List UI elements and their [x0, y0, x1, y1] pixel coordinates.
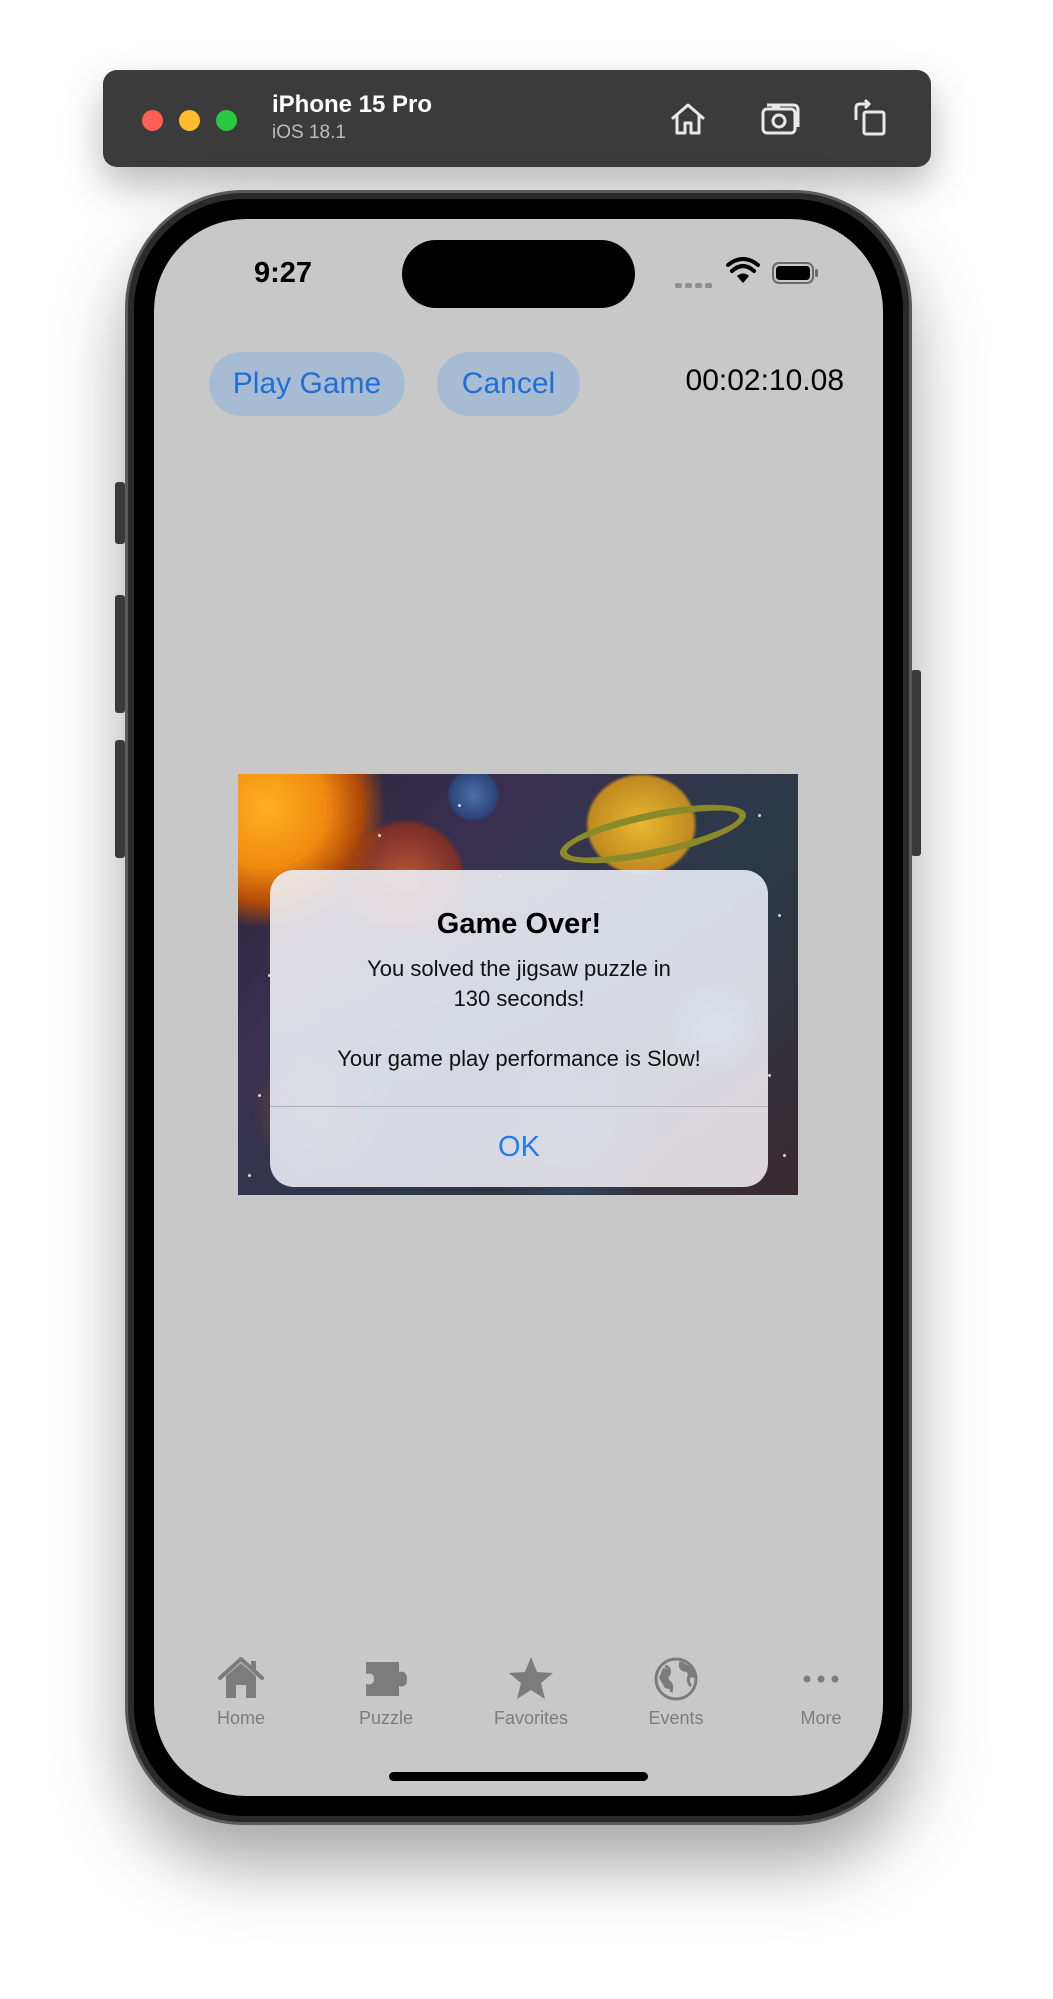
tab-label: Events: [648, 1708, 704, 1728]
globe-icon: [654, 1657, 698, 1701]
tab-puzzle[interactable]: Puzzle: [316, 1654, 456, 1729]
cancel-button[interactable]: Cancel: [437, 352, 580, 416]
home-icon[interactable]: [665, 96, 711, 142]
play-game-button[interactable]: Play Game: [209, 352, 405, 416]
signal-icon: [675, 275, 715, 293]
puzzle-icon: [366, 1662, 407, 1696]
planet-ring: [555, 792, 751, 876]
tab-label: Home: [216, 1708, 265, 1728]
minimize-window-button[interactable]: [179, 110, 200, 131]
tab-label: More: [800, 1708, 842, 1728]
action-button: [115, 482, 125, 544]
zoom-window-button[interactable]: [216, 110, 237, 131]
alert-message: You solved the jigsaw puzzle in 130 seco…: [337, 956, 701, 1071]
more-icon: [803, 1675, 839, 1683]
tab-more[interactable]: More: [751, 1654, 883, 1729]
screenshot-icon[interactable]: [757, 96, 803, 142]
home-indicator[interactable]: [389, 1772, 648, 1781]
close-window-button[interactable]: [142, 110, 163, 131]
game-over-alert: Game Over! You solved the jigsaw puzzle …: [270, 870, 768, 1187]
ok-button[interactable]: OK: [270, 1107, 768, 1187]
alert-title: Game Over!: [436, 908, 602, 940]
phone-screen: 9:27 Play Game Cancel 00:02:10.08 Game O…: [154, 219, 883, 1796]
power-button: [911, 670, 921, 856]
tab-home[interactable]: Home: [171, 1654, 311, 1729]
star-icon: [509, 1657, 553, 1699]
simulator-title-bar: iPhone 15 Pro iOS 18.1: [103, 70, 931, 167]
volume-up-button: [115, 595, 125, 713]
tab-label: Puzzle: [358, 1708, 414, 1728]
os-version: iOS 18.1: [272, 122, 346, 143]
game-timer: 00:02:10.08: [685, 364, 844, 397]
battery-icon: [772, 262, 818, 284]
tab-events[interactable]: Events: [606, 1654, 746, 1729]
rotate-icon[interactable]: [848, 96, 894, 142]
tab-favorites[interactable]: Favorites: [461, 1654, 601, 1729]
device-name: iPhone 15 Pro: [272, 91, 433, 118]
wifi-icon: [726, 257, 760, 283]
tab-label: Favorites: [493, 1708, 569, 1728]
status-time: 9:27: [254, 257, 313, 289]
home-icon: [218, 1657, 264, 1698]
volume-down-button: [115, 740, 125, 858]
dynamic-island: [402, 240, 635, 308]
